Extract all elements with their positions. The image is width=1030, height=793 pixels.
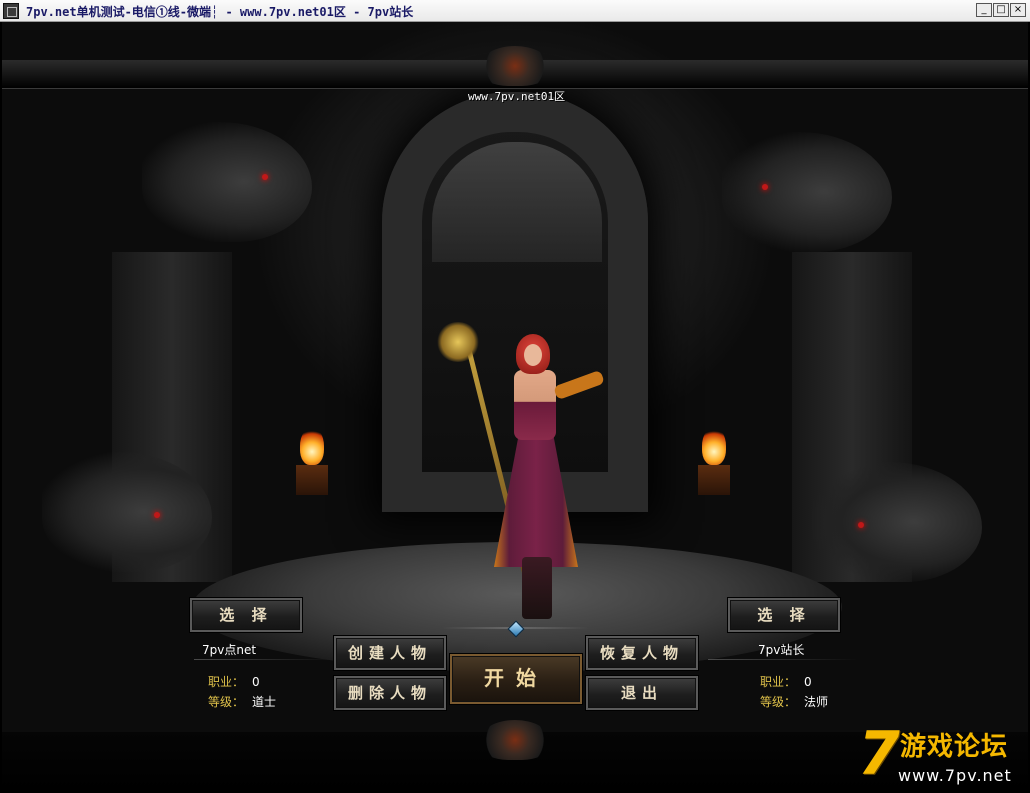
character-legs [522, 557, 552, 619]
delete-character-button[interactable]: 删除人物 [334, 676, 446, 710]
left-level-row: 等级： 道士 [208, 693, 276, 710]
right-character-name: 7pv站长 [758, 643, 805, 657]
select-left-button[interactable]: 选 择 [190, 598, 302, 632]
dragon-statue-upper-left [142, 122, 312, 242]
select-right-button[interactable]: 选 择 [728, 598, 840, 632]
app-icon[interactable] [3, 3, 19, 19]
character-arm [553, 369, 605, 401]
dragon-statue-lower-right [812, 462, 982, 582]
game-viewport: www.7pv.net01区 选 择 7pv点net 职业： 0 等级： 道士 选 … [2, 22, 1028, 791]
create-character-button[interactable]: 创建人物 [334, 636, 446, 670]
watermark-url: www.7pv.net [898, 766, 1012, 785]
class-label: 职业： [760, 675, 797, 689]
character-face [524, 344, 542, 366]
exit-button[interactable]: 退出 [586, 676, 698, 710]
left-class-row: 职业： 0 [208, 673, 260, 690]
character-robe [494, 432, 578, 567]
level-value: 道士 [252, 695, 277, 709]
right-level-row: 等级： 法师 [760, 693, 828, 710]
class-value: 0 [804, 675, 812, 689]
dragon-eye [154, 512, 160, 518]
character-torso [514, 370, 556, 440]
divider [708, 659, 858, 660]
level-label: 等级： [208, 695, 245, 709]
watermark-digit: 7 [858, 719, 900, 789]
dragon-statue-upper-right [722, 132, 892, 252]
restore-character-button[interactable]: 恢复人物 [586, 636, 698, 670]
window-title: 7pv.net单机测试-电信①线-微端┆ - www.7pv.net01区 - … [26, 5, 414, 19]
flame-icon [702, 427, 726, 465]
close-button[interactable]: × [1010, 3, 1026, 17]
start-game-button[interactable]: 开始 [450, 654, 582, 704]
right-class-row: 职业： 0 [760, 673, 812, 690]
window-titlebar: 7pv.net单机测试-电信①线-微端┆ - www.7pv.net01区 - … [0, 0, 1030, 22]
site-watermark: 7 游戏论坛 www.7pv.net [858, 724, 1028, 790]
left-character-name: 7pv点net [202, 643, 257, 657]
watermark-text: 游戏论坛 [900, 732, 1009, 762]
level-value: 法师 [804, 695, 829, 709]
dragon-eye [262, 174, 268, 180]
level-label: 等级： [760, 695, 797, 709]
left-torch [292, 427, 332, 497]
server-name: www.7pv.net01区 [468, 90, 566, 103]
torch-brazier [698, 465, 730, 495]
class-value: 0 [252, 675, 260, 689]
divider [194, 659, 334, 660]
minimize-button[interactable]: _ [976, 3, 992, 17]
selected-character[interactable] [422, 322, 605, 622]
dragon-eye [762, 184, 768, 190]
skull-ornament-top [480, 46, 550, 86]
right-torch [694, 427, 734, 497]
maximize-button[interactable]: □ [993, 3, 1009, 17]
flame-icon [300, 427, 324, 465]
staff-head [436, 322, 480, 362]
skull-ornament-bottom [480, 720, 550, 760]
class-label: 职业： [208, 675, 245, 689]
torch-brazier [296, 465, 328, 495]
dragon-eye [858, 522, 864, 528]
